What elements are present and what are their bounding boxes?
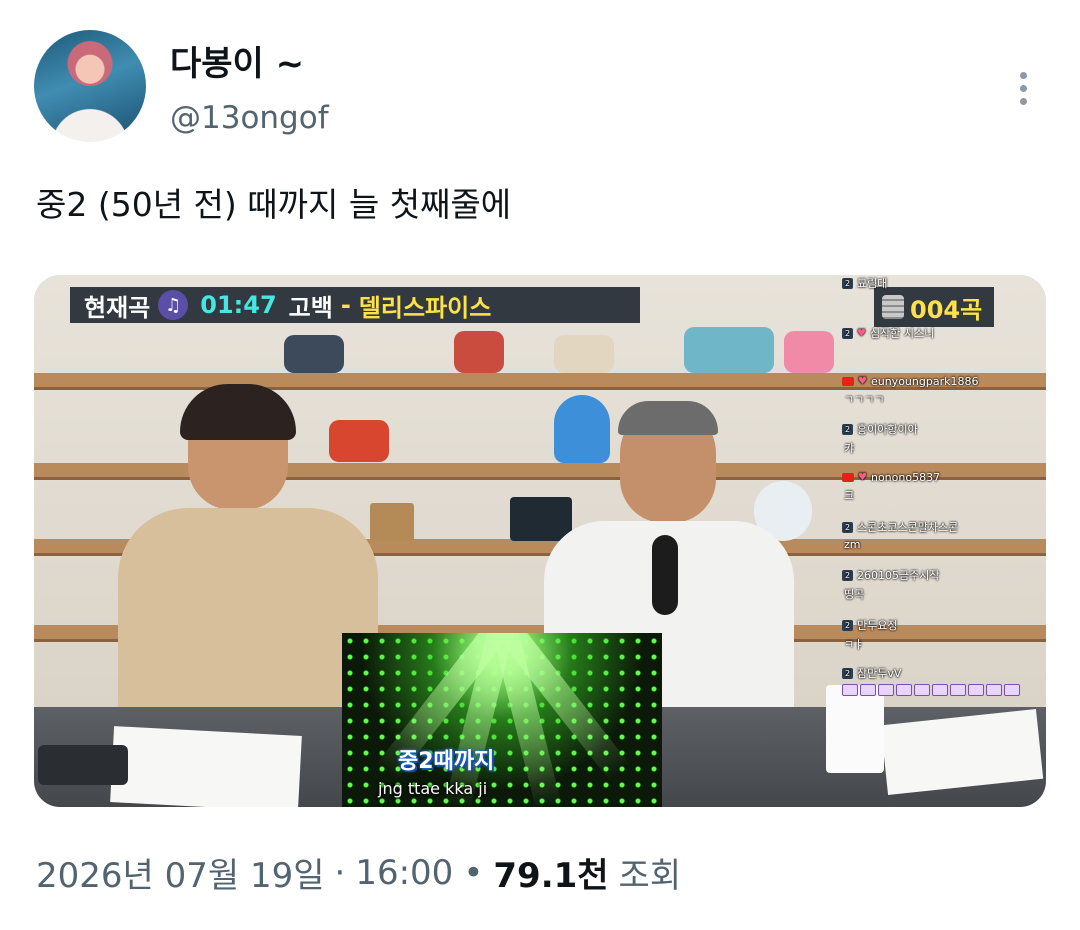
figure-toy <box>554 335 614 373</box>
chat-badge-icon: 2 <box>842 619 853 631</box>
youtube-icon <box>842 377 854 386</box>
author-handle[interactable]: @13ongof <box>170 100 329 136</box>
chat-username: 스콘초코스콘말차스콘 <box>857 521 959 534</box>
chat-username: 홍이아항이아 <box>857 423 918 436</box>
karaoke-lyric: 중2때까지 <box>398 749 495 774</box>
heart-icon: ♥ <box>858 376 867 387</box>
chat-entry: ♥ eunyoungpark1886 ㄱㄱㄱㄱ <box>842 375 1042 407</box>
chat-username: 만두요정 <box>857 619 898 632</box>
author-display-name[interactable]: 다봉이 ~ <box>170 36 304 85</box>
figure-toy <box>684 327 774 373</box>
song-title: 고백 <box>288 293 333 322</box>
chat-entry: 2 만두요정 ㅋㅑ <box>842 617 1042 652</box>
chat-message: ㄱㄱㄱㄱ <box>844 393 885 406</box>
heart-icon: ♥ <box>858 472 867 483</box>
music-note-icon: ♫ <box>158 290 189 320</box>
now-playing-bar: 현재곡 ♫ 01:47 고백 - 델리스파이스 <box>70 287 640 323</box>
chat-entry: 2 ♥ 심작한 시스니 <box>842 325 1042 341</box>
chat-message: 띵곡 <box>844 588 865 601</box>
chat-message: ㅋㅑ <box>844 638 865 651</box>
chat-badge-icon: 2 <box>842 521 853 533</box>
tweet-text: 중2 (50년 전) 때까지 늘 첫째줄에 <box>36 185 512 224</box>
paper-sheet <box>110 726 302 807</box>
meta-separator: • <box>463 852 484 893</box>
chat-badge-icon: 2 <box>842 667 853 679</box>
chat-badge-icon: 2 <box>842 423 853 435</box>
chat-username: eunyoungpark1886 <box>870 375 979 388</box>
figure-toy <box>784 331 834 373</box>
chat-username: 심작한 시스니 <box>869 327 935 340</box>
figure-toy <box>454 331 504 373</box>
song-time: 01:47 <box>200 291 277 319</box>
meta-separator: · <box>334 852 346 893</box>
author-avatar[interactable] <box>34 30 146 142</box>
song-artist: 델리스파이스 <box>358 293 492 322</box>
chat-message: 캬 <box>844 442 855 455</box>
chat-emote-row <box>842 684 1042 696</box>
view-count: 79.1천 <box>493 856 609 896</box>
figure-toy <box>284 335 344 373</box>
tweet-time[interactable]: 16:00 <box>355 853 453 893</box>
more-options-icon[interactable] <box>1008 68 1038 108</box>
chat-entry: 2 홍이아항이아 캬 <box>842 421 1042 456</box>
tweet-media-image[interactable]: 현재곡 ♫ 01:47 고백 - 델리스파이스 004곡 2 묘림대 2 ♥ 심작한 … <box>34 275 1046 807</box>
youtube-icon <box>842 473 854 482</box>
person-left <box>118 384 378 722</box>
chat-badge-icon: 2 <box>842 277 853 289</box>
chat-entry: 2 묘림대 <box>842 275 1042 291</box>
chat-badge-icon: 2 <box>842 327 853 339</box>
live-chat-overlay: 2 묘림대 2 ♥ 심작한 시스니 ♥ eunyoungpark1886 ㄱㄱㄱㄱ 2홍… <box>842 275 1042 715</box>
chat-badge-icon: 2 <box>842 569 853 581</box>
heart-icon: ♥ <box>857 327 866 339</box>
view-count-label: 조회 <box>618 856 682 896</box>
song-separator: - <box>340 291 351 319</box>
tweet-meta: 2026년 07월 19일 · 16:00 • 79.1천 조회 <box>36 848 681 897</box>
chat-entry: ♥ nonono5837 크 <box>842 471 1042 503</box>
tweet-date[interactable]: 2026년 07월 19일 <box>36 848 325 897</box>
chat-username: nonono5837 <box>870 471 941 484</box>
now-playing-label: 현재곡 <box>84 293 151 322</box>
chat-username: 묘림대 <box>857 277 888 290</box>
chat-message: zm <box>844 538 861 551</box>
chat-entry: 2 잠만두vV <box>842 665 1042 696</box>
chat-username: 260105금주시작 <box>857 569 940 582</box>
karaoke-romanization: jng ttae kka ji <box>378 779 488 798</box>
karaoke-screen: 중2때까지 jng ttae kka ji <box>342 633 662 807</box>
chat-entry: 2 스콘초코스콘말차스콘 zm <box>842 519 1042 551</box>
chat-username: 잠만두vV <box>857 667 902 680</box>
chat-entry: 2 260105금주시작 띵곡 <box>842 567 1042 602</box>
microphone <box>38 745 128 785</box>
chat-message: 크 <box>844 489 855 502</box>
